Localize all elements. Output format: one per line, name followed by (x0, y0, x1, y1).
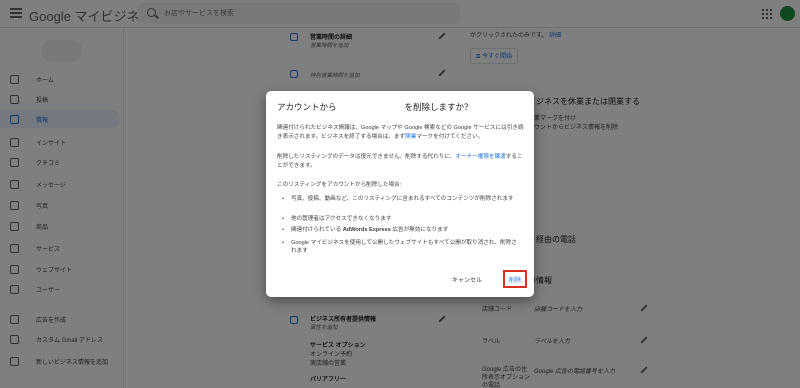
dialog-paragraph-3: このリスティングをアカウントから削除した場合: (277, 182, 402, 188)
cancel-button[interactable]: キャンセル (452, 275, 482, 284)
dialog-title: アカウントから を削除しますか？ (277, 102, 473, 112)
delete-listing-dialog: アカウントから を削除しますか？ 関連付けられたビジネス情報は、Google マッ… (266, 91, 534, 297)
bullet-managers-access: 他の管理者はアクセスできなくなります (282, 215, 522, 223)
bullet-content-deleted: 写真、投稿、動画など、このリスティングに含まれるすべてのコンテンツが削除されます (282, 195, 522, 203)
transfer-ownership-link[interactable]: オーナー権限を譲渡 (455, 154, 505, 160)
bullet-website-removed: Google マイビジネスを使用して公開したウェブサイトもすべて公開が取り消され… (282, 239, 522, 255)
close-business-link[interactable]: 閉業 (405, 134, 416, 140)
delete-button[interactable]: 削除 (503, 270, 527, 288)
bullet-ads-disabled: 関連付けられている AdWords Express 広告が無効になります (282, 226, 522, 234)
dialog-paragraph-1: 関連付けられたビジネス情報は、Google マップや Google 検索などの … (277, 125, 524, 140)
dialog-paragraph-2: 削除したリスティングのデータは復元できません。削除する代わりに、オーナー権限を譲… (277, 154, 523, 169)
